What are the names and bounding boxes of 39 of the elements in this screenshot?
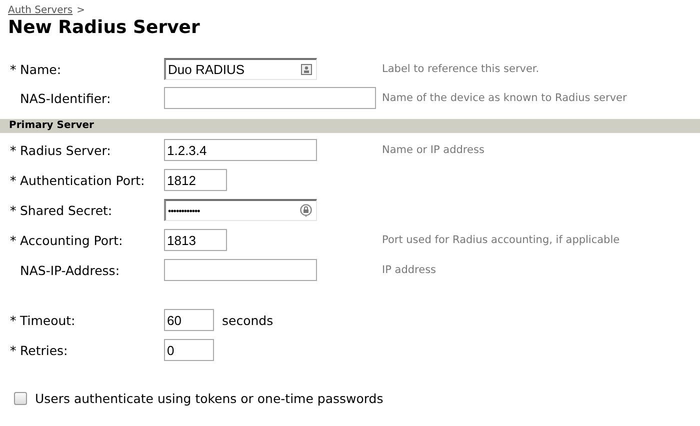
required-marker: * [10,142,18,158]
input-field[interactable]: 1812 [164,169,227,191]
breadcrumb-link[interactable]: Auth Servers [8,5,73,17]
unit-label: seconds [222,312,274,328]
required-marker: * [10,202,18,218]
input-field[interactable]: Duo RADIUS [164,58,317,80]
field-hint: Name of the device as known to Radius server [382,92,628,104]
field-hint: Label to reference this server. [382,63,540,75]
field-label: Authentication Port: [19,172,145,188]
required-marker: * [10,312,18,328]
password-field[interactable]: •••••••••••• [164,199,317,221]
field-label: Radius Server: [19,142,111,158]
input-field[interactable]: 60 [164,309,214,331]
required-marker: * [10,172,18,188]
required-marker: * [10,232,18,248]
input-field[interactable] [164,259,317,281]
field-hint: Port used for Radius accounting, if applicable [382,234,621,246]
required-marker: * [10,342,18,358]
input-field[interactable]: 0 [164,339,214,361]
field-hint: Name or IP address [382,144,486,156]
checkbox[interactable] [14,392,27,405]
input-field[interactable]: 1.2.3.4 [164,139,317,161]
field-label: Shared Secret: [19,202,112,218]
page-title: New Radius Server [8,17,201,39]
section-header: Primary Server [0,119,700,133]
field-label: Retries: [19,342,68,358]
field-label: Name: [19,62,62,76]
breadcrumb-separator: > [76,5,86,17]
field-hint: IP address [382,264,438,276]
input-field[interactable] [164,87,376,109]
field-label: NAS-IP-Address: [19,262,120,278]
lock-icon[interactable] [300,204,312,217]
checkbox-label[interactable]: Users authenticate using tokens or one-time passwords [35,391,384,406]
field-label: NAS-Identifier: [19,90,111,106]
required-marker: * [10,62,18,76]
field-label: Accounting Port: [19,232,123,248]
input-field[interactable]: 1813 [164,229,227,251]
field-label: Timeout: [19,312,76,328]
contact-card-icon[interactable] [301,64,312,75]
